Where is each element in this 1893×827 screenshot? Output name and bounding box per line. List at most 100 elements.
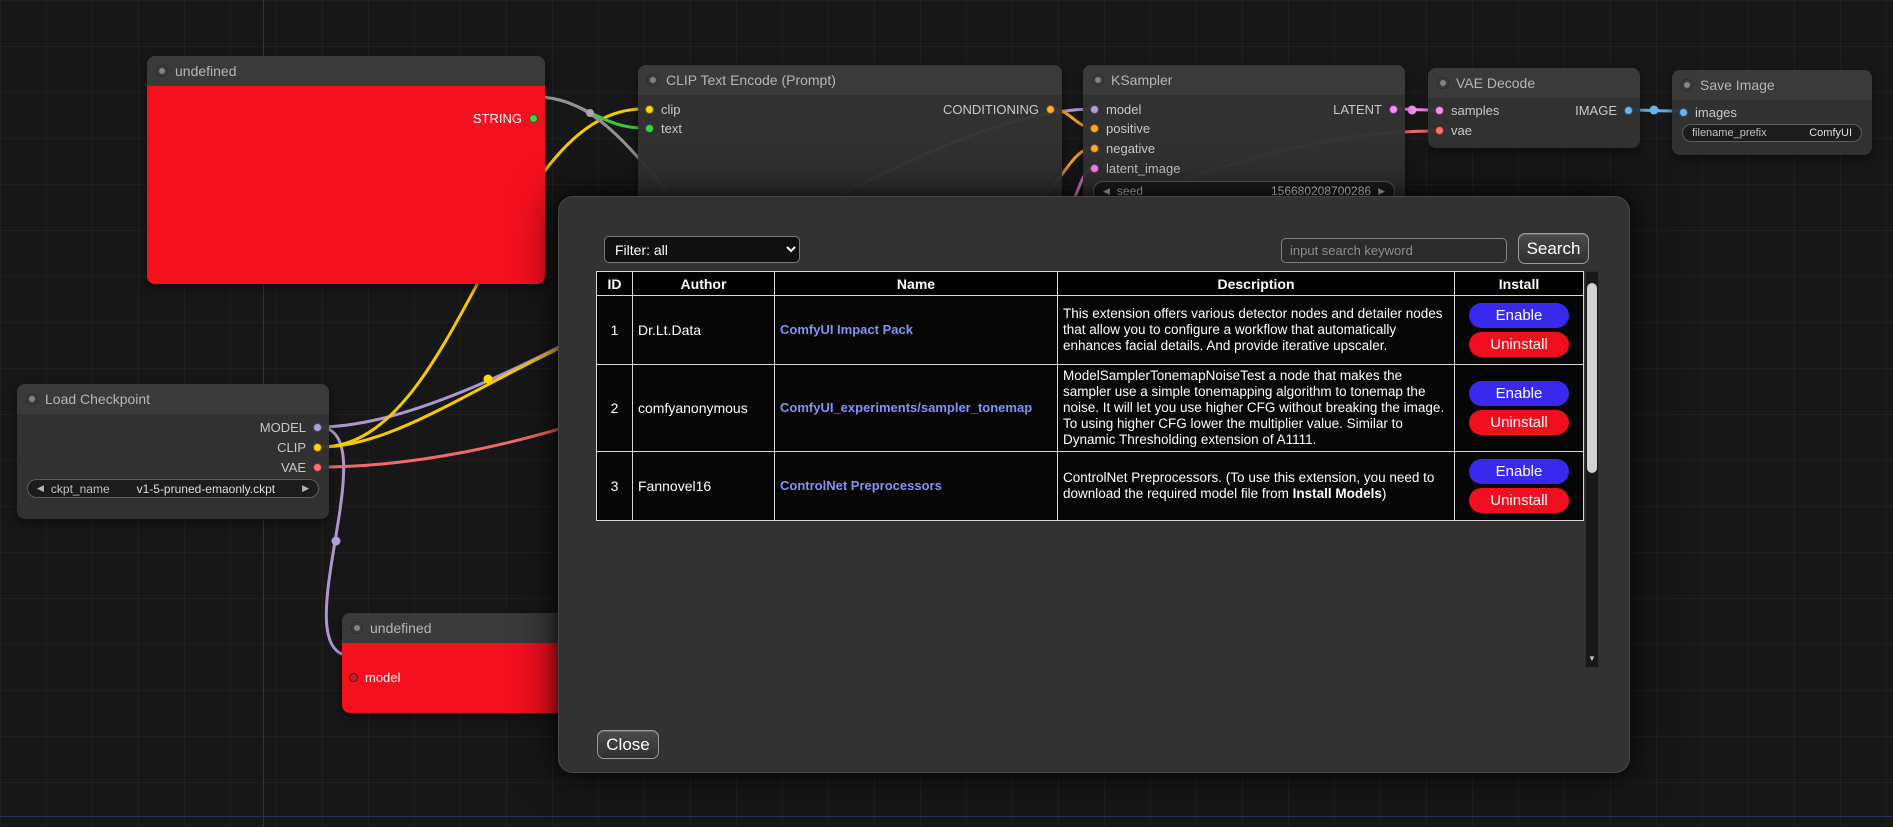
input-label: negative <box>1106 141 1155 156</box>
input-label: vae <box>1451 123 1472 138</box>
next-arrow-icon[interactable]: ▶ <box>302 483 309 494</box>
node-body: images filename_prefix ComfyUI <box>1672 100 1872 155</box>
node-graph-canvas[interactable]: undefined STRING CLIP Text Encode (Promp… <box>0 0 1893 827</box>
node-load-checkpoint[interactable]: Load Checkpoint MODEL CLIP VAE ◀ ckpt_na… <box>17 384 329 519</box>
node-collapse-dot-icon[interactable] <box>157 66 167 76</box>
uninstall-button[interactable]: Uninstall <box>1469 488 1569 513</box>
prev-arrow-icon[interactable]: ◀ <box>37 483 44 494</box>
search-input[interactable] <box>1281 238 1507 263</box>
output-label: CONDITIONING <box>943 102 1039 117</box>
node-title: Save Image <box>1700 77 1775 93</box>
node-undefined-bottom[interactable]: undefined model <box>342 613 572 713</box>
enable-button[interactable]: Enable <box>1469 381 1569 406</box>
extension-link[interactable]: ComfyUI Impact Pack <box>780 322 913 337</box>
enable-button[interactable]: Enable <box>1469 303 1569 328</box>
node-collapse-dot-icon[interactable] <box>27 394 37 404</box>
column-header-id: ID <box>597 272 633 296</box>
node-title-bar[interactable]: undefined <box>147 56 545 86</box>
install-models-bold: Install Models <box>1293 486 1382 501</box>
node-title-bar[interactable]: undefined <box>342 613 572 643</box>
extension-id: 1 <box>597 296 633 365</box>
extension-table-scroll-area[interactable]: ID Author Name Description Install 1 Dr.… <box>596 271 1599 668</box>
extension-author: Fannovel16 <box>633 452 775 521</box>
extension-author: Dr.Lt.Data <box>633 296 775 365</box>
extension-description: This extension offers various detector n… <box>1058 296 1455 365</box>
input-port-text[interactable] <box>645 124 654 133</box>
wire-string-to-text <box>537 97 643 128</box>
enable-button[interactable]: Enable <box>1469 459 1569 484</box>
widget-label: ckpt_name <box>51 482 110 496</box>
scrollbar-thumb[interactable] <box>1587 283 1597 473</box>
table-row: 1 Dr.Lt.Data ComfyUI Impact Pack This ex… <box>597 296 1584 365</box>
output-port-latent[interactable] <box>1389 105 1398 114</box>
input-port-model[interactable] <box>1090 105 1099 114</box>
input-label: model <box>365 670 400 685</box>
node-vae-decode[interactable]: VAE Decode samples vae IMAGE <box>1428 68 1640 148</box>
output-port-conditioning[interactable] <box>1046 105 1055 114</box>
extension-link[interactable]: ComfyUI_experiments/sampler_tonemap <box>780 400 1032 415</box>
output-port-string[interactable] <box>529 114 538 123</box>
widget-value: v1-5-pruned-emaonly.ckpt <box>137 482 276 496</box>
column-header-author: Author <box>633 272 775 296</box>
decrement-arrow-icon[interactable]: ◀ <box>1103 186 1110 197</box>
extension-description: ControlNet Preprocessors. (To use this e… <box>1058 452 1455 521</box>
scroll-down-arrow-icon[interactable]: ▼ <box>1586 652 1598 666</box>
node-title-bar[interactable]: VAE Decode <box>1428 68 1640 98</box>
node-body: MODEL CLIP VAE ◀ ckpt_name v1-5-pruned-e… <box>17 414 329 519</box>
node-title-bar[interactable]: Load Checkpoint <box>17 384 329 414</box>
node-title: undefined <box>370 620 432 636</box>
input-port-vae[interactable] <box>1435 126 1444 135</box>
output-port-model[interactable] <box>313 423 322 432</box>
widget-label: filename_prefix <box>1692 127 1767 139</box>
scrollbar[interactable]: ▼ <box>1585 271 1599 668</box>
input-port-images[interactable] <box>1679 108 1688 117</box>
output-label: CLIP <box>277 440 306 455</box>
input-port-samples[interactable] <box>1435 106 1444 115</box>
widget-value: ComfyUI <box>1809 127 1852 139</box>
node-title: VAE Decode <box>1456 75 1535 91</box>
column-header-name: Name <box>775 272 1058 296</box>
node-title: CLIP Text Encode (Prompt) <box>666 72 836 88</box>
input-label: latent_image <box>1106 161 1180 176</box>
uninstall-button[interactable]: Uninstall <box>1469 332 1569 357</box>
input-port-positive[interactable] <box>1090 124 1099 133</box>
filename-prefix-widget[interactable]: filename_prefix ComfyUI <box>1682 124 1862 142</box>
node-title: KSampler <box>1111 72 1172 88</box>
search-button[interactable]: Search <box>1518 233 1589 264</box>
extension-id: 2 <box>597 365 633 452</box>
close-button[interactable]: Close <box>597 730 659 759</box>
input-port-model[interactable] <box>349 673 358 682</box>
node-undefined-top[interactable]: undefined STRING <box>147 56 545 284</box>
node-collapse-dot-icon[interactable] <box>648 75 658 85</box>
node-collapse-dot-icon[interactable] <box>1093 75 1103 85</box>
node-title-bar[interactable]: CLIP Text Encode (Prompt) <box>638 65 1062 95</box>
output-label: LATENT <box>1333 102 1382 117</box>
node-title-bar[interactable]: KSampler <box>1083 65 1405 95</box>
uninstall-button[interactable]: Uninstall <box>1469 410 1569 435</box>
node-collapse-dot-icon[interactable] <box>1438 78 1448 88</box>
node-save-image[interactable]: Save Image images filename_prefix ComfyU… <box>1672 70 1872 155</box>
column-header-install: Install <box>1455 272 1584 296</box>
missing-node-body: model <box>342 643 572 713</box>
input-label: model <box>1106 102 1141 117</box>
output-port-clip[interactable] <box>313 443 322 452</box>
node-title-bar[interactable]: Save Image <box>1672 70 1872 100</box>
ckpt-name-widget[interactable]: ◀ ckpt_name v1-5-pruned-emaonly.ckpt ▶ <box>27 479 319 498</box>
missing-node-body: STRING <box>147 86 545 284</box>
extension-link[interactable]: ControlNet Preprocessors <box>780 478 942 493</box>
output-port-image[interactable] <box>1624 106 1633 115</box>
table-header-row: ID Author Name Description Install <box>597 272 1584 296</box>
input-label: positive <box>1106 121 1150 136</box>
input-port-latent-image[interactable] <box>1090 164 1099 173</box>
node-collapse-dot-icon[interactable] <box>352 623 362 633</box>
node-body: samples vae IMAGE <box>1428 98 1640 148</box>
input-port-negative[interactable] <box>1090 144 1099 153</box>
filter-select[interactable]: Filter: all <box>604 236 800 263</box>
node-collapse-dot-icon[interactable] <box>1682 80 1692 90</box>
input-port-clip[interactable] <box>645 105 654 114</box>
custom-nodes-manager-dialog: Filter: all Search ID Author Name Descri… <box>558 196 1630 773</box>
output-port-vae[interactable] <box>313 463 322 472</box>
increment-arrow-icon[interactable]: ▶ <box>1378 186 1385 197</box>
output-label: VAE <box>281 460 306 475</box>
node-title: undefined <box>175 63 237 79</box>
